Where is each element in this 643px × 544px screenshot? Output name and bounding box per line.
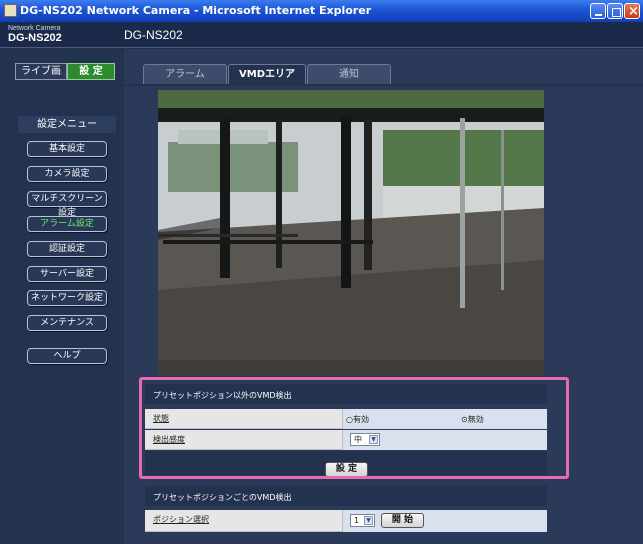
door-frame-3: [341, 116, 351, 288]
handle-bar: [163, 240, 373, 244]
menu-auth-settings[interactable]: 認証設定: [27, 241, 107, 257]
door-frame-4: [364, 120, 372, 270]
status-row: 状態 ○有効 ⊙無効: [145, 409, 547, 429]
app-header: Network Camera DG-NS202 DG-NS202: [0, 22, 643, 48]
door-frame-1: [220, 118, 230, 278]
sensitivity-row: 検出感度 中 ▼: [145, 430, 547, 450]
menu-maintenance[interactable]: メンテナンス: [27, 315, 107, 331]
camera-name: DG-NS202: [124, 28, 183, 42]
position-label: ポジション選択: [153, 515, 209, 524]
chevron-down-icon: ▼: [369, 435, 378, 444]
sensitivity-select[interactable]: 中 ▼: [350, 433, 380, 446]
vmd-other-section-title: プリセットポジション以外のVMD検出: [153, 391, 292, 400]
menu-multiscreen-settings[interactable]: マルチスクリーン設定: [27, 191, 107, 218]
camera-image[interactable]: [158, 90, 544, 375]
brand-subtitle: Network Camera: [8, 25, 61, 32]
maximize-icon[interactable]: [607, 3, 623, 19]
minimize-icon[interactable]: [590, 3, 606, 19]
door-frame-2: [276, 118, 282, 268]
title-bar: DG-NS202 Network Camera - Microsoft Inte…: [0, 0, 643, 22]
window-title: DG-NS202 Network Camera - Microsoft Inte…: [20, 4, 372, 17]
start-button[interactable]: 開 始: [381, 513, 424, 528]
radio-disabled[interactable]: ⊙無効: [461, 414, 484, 425]
vmd-preset-section-title: プリセットポジションごとのVMD検出: [153, 493, 292, 502]
brand-model: DG-NS202: [8, 32, 62, 44]
pillar-2: [501, 130, 504, 290]
sensitivity-label: 検出感度: [153, 435, 185, 444]
live-mode-button[interactable]: ライブ画: [15, 63, 67, 80]
chevron-down-icon: ▼: [364, 516, 373, 525]
status-options: ○有効 ⊙無効: [342, 409, 547, 429]
menu-network-settings[interactable]: ネットワーク設定: [27, 290, 107, 306]
sensitivity-cell: 中 ▼: [342, 430, 547, 450]
browser-window: DG-NS202 Network Camera - Microsoft Inte…: [0, 0, 643, 544]
close-icon[interactable]: [624, 1, 640, 19]
help-button[interactable]: ヘルプ: [27, 348, 107, 364]
tab-underline: [124, 84, 643, 86]
setup-mode-button[interactable]: 設 定: [67, 63, 115, 80]
radio-enabled[interactable]: ○有効: [346, 414, 369, 425]
menu-camera-settings[interactable]: カメラ設定: [27, 166, 107, 182]
tab-notification[interactable]: 通知: [307, 64, 391, 84]
ie-icon: [4, 4, 17, 17]
tab-vmd-area[interactable]: VMDエリア: [228, 64, 306, 85]
position-select[interactable]: 1 ▼: [350, 514, 375, 527]
set-button[interactable]: 設 定: [325, 462, 368, 477]
menu-alarm-settings[interactable]: アラーム設定: [27, 216, 107, 232]
status-label: 状態: [153, 414, 169, 423]
menu-basic-settings[interactable]: 基本設定: [27, 141, 107, 157]
menu-server-settings[interactable]: サーバー設定: [27, 266, 107, 282]
position-row: ポジション選択 1 ▼ 開 始: [145, 510, 547, 532]
settings-menu-heading: 設定メニュー: [18, 116, 116, 133]
position-cell: 1 ▼ 開 始: [342, 510, 547, 532]
tab-alarm[interactable]: アラーム: [143, 64, 227, 84]
pillar: [460, 118, 465, 308]
